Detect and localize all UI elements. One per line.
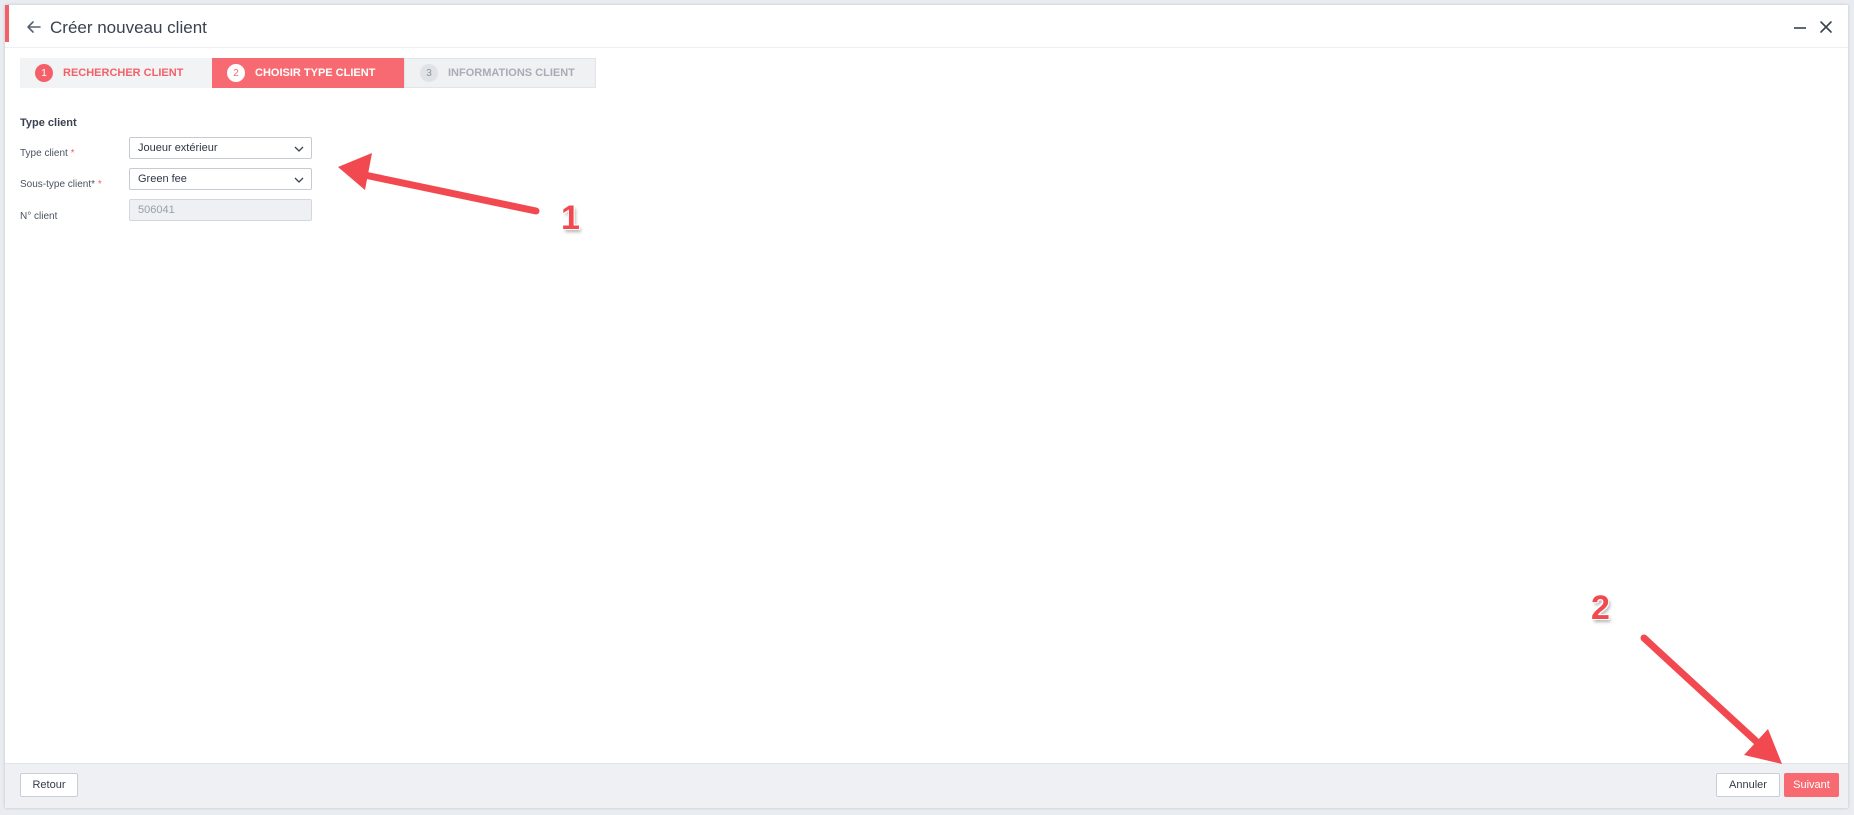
annotation-arrow-1 bbox=[338, 153, 540, 215]
annotation-label-2: 2 bbox=[1591, 589, 1610, 627]
annotation-overlay bbox=[338, 153, 1782, 764]
annotation-label-1: 1 bbox=[561, 199, 580, 237]
annotation-arrow-2 bbox=[1640, 634, 1782, 764]
